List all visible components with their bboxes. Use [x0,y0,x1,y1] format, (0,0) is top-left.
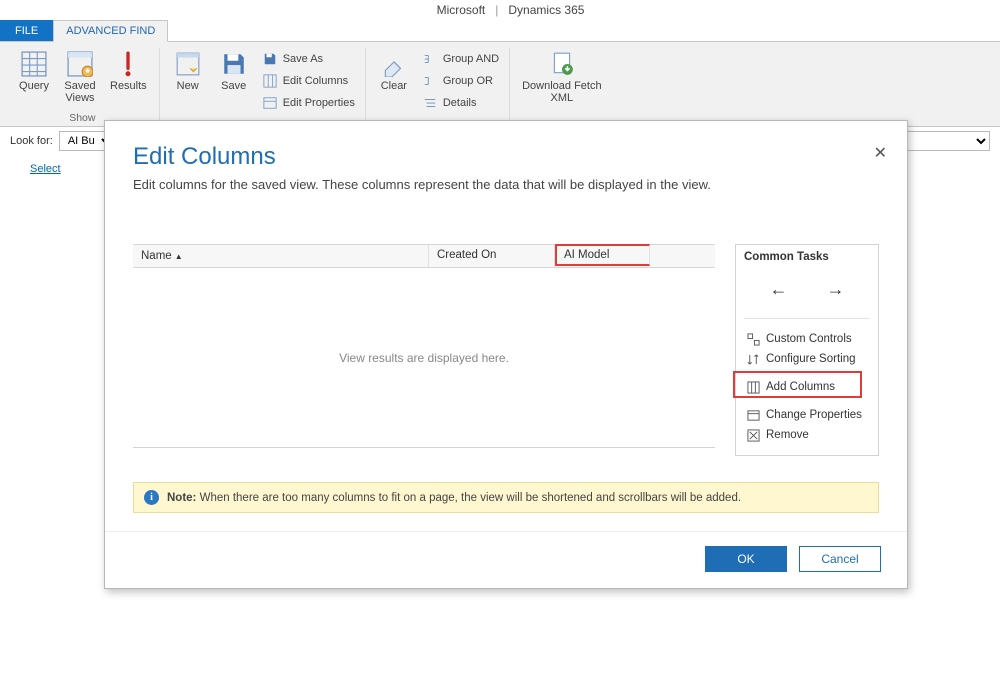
ribbon-group-file: New Save Save As Edit Columns [160,48,366,126]
clear-eraser-icon [380,50,408,78]
tab-advanced-find[interactable]: ADVANCED FIND [53,20,168,42]
ribbon-save-as-button[interactable]: Save As [258,50,327,68]
task-custom-controls[interactable]: Custom Controls [744,329,870,349]
cancel-button[interactable]: Cancel [799,546,881,572]
move-left-button[interactable]: ← [770,279,788,300]
columns-header-row: Name ▲ Created On AI Model [133,244,715,268]
ribbon-save-button[interactable]: Save [212,48,256,112]
note-bar: i Note: When there are too many columns … [133,482,879,513]
query-grid-icon [20,50,48,78]
dialog-button-row: OK Cancel [105,531,907,588]
dialog-subtitle: Edit columns for the saved view. These c… [133,177,879,192]
column-header-ai-model[interactable]: AI Model [555,244,650,266]
remove-icon [746,428,760,442]
save-icon [220,50,248,78]
sort-ascending-icon: ▲ [175,252,183,261]
saved-views-icon [66,50,94,78]
dialog-close-button[interactable]: ✕ [874,143,887,163]
column-header-created-on[interactable]: Created On [429,245,555,267]
app-title-bar: Microsoft | Dynamics 365 [0,0,1000,20]
ribbon-group-and-button[interactable]: Group AND [418,50,503,68]
ribbon-saved-views-button[interactable]: Saved Views [58,48,102,106]
ribbon-results-button[interactable]: Results [104,48,153,106]
header-label: AI Model [564,249,609,261]
add-columns-icon [746,380,760,394]
results-icon [114,50,142,78]
task-label: Add Columns [766,381,835,393]
note-label: Note: [167,492,196,504]
header-label: Created On [437,249,496,261]
tab-file[interactable]: FILE [0,20,53,41]
ribbon-label: Edit Columns [283,75,348,87]
task-label: Change Properties [766,409,862,421]
ribbon-group-query: Clear Group AND Group OR Details [366,48,510,126]
new-icon [174,50,202,78]
ribbon: Query Saved Views Results Show [0,42,1000,127]
column-header-name[interactable]: Name ▲ [133,245,429,267]
ribbon-query-button[interactable]: Query [12,48,56,106]
save-as-icon [262,51,278,67]
task-add-columns[interactable]: Add Columns [744,377,870,397]
custom-controls-icon [746,332,760,346]
change-properties-icon [746,408,760,422]
ribbon-edit-columns-button[interactable]: Edit Columns [258,72,352,90]
ribbon-group-or-button[interactable]: Group OR [418,72,497,90]
move-right-button[interactable]: → [827,279,845,300]
ribbon-label: Saved Views [64,80,95,104]
microsoft-label: Microsoft [437,3,486,17]
details-icon [422,95,438,111]
edit-properties-icon [262,95,278,111]
look-for-label: Look for: [10,135,53,147]
select-link[interactable]: Select [30,163,61,175]
download-fetch-icon [548,50,576,78]
ribbon-label: New [177,80,199,92]
ribbon-group-debug: Download Fetch XML [510,48,614,126]
ribbon-label: Save [221,80,246,92]
ribbon-details-button[interactable]: Details [418,94,481,112]
ribbon-label: Details [443,97,477,109]
header-label: Name [141,250,172,262]
title-separator: | [495,3,498,17]
columns-area: Name ▲ Created On AI Model View results … [133,244,715,448]
ribbon-label: Results [110,80,147,92]
ribbon-label: Group OR [443,75,493,87]
ribbon-group-show: Query Saved Views Results Show [6,48,160,126]
columns-body-placeholder: View results are displayed here. [133,268,715,448]
task-label: Custom Controls [766,333,852,345]
ribbon-label: Clear [381,80,407,92]
task-remove[interactable]: Remove [744,425,870,445]
microsoft-logo-icon [416,10,427,11]
ribbon-label: Download Fetch XML [522,80,602,104]
task-label: Remove [766,429,809,441]
task-configure-sorting[interactable]: Configure Sorting [744,349,870,369]
task-label: Configure Sorting [766,353,856,365]
common-tasks-panel: Common Tasks ← → Custom Controls Configu… [735,244,879,456]
group-and-icon [422,51,438,67]
saved-view-select[interactable] [900,131,990,151]
task-change-properties[interactable]: Change Properties [744,405,870,425]
ribbon-label: Edit Properties [283,97,355,109]
product-label: Dynamics 365 [508,3,584,17]
info-icon: i [144,490,159,505]
edit-columns-icon [262,73,278,89]
note-text: When there are too many columns to fit o… [200,492,741,504]
ok-button[interactable]: OK [705,546,787,572]
dialog-title: Edit Columns [133,143,879,171]
ribbon-label: Group AND [443,53,499,65]
edit-columns-dialog: ✕ Edit Columns Edit columns for the save… [104,120,908,589]
ribbon-group-label: Show [69,112,95,126]
ribbon-label: Save As [283,53,323,65]
ribbon-tabs: FILE ADVANCED FIND [0,20,1000,42]
configure-sorting-icon [746,352,760,366]
ribbon-edit-properties-button[interactable]: Edit Properties [258,94,359,112]
ribbon-label: Query [19,80,49,92]
ribbon-download-fetch-button[interactable]: Download Fetch XML [516,48,608,106]
ribbon-new-button[interactable]: New [166,48,210,112]
ribbon-clear-button[interactable]: Clear [372,48,416,112]
group-or-icon [422,73,438,89]
tasks-title: Common Tasks [744,251,870,263]
